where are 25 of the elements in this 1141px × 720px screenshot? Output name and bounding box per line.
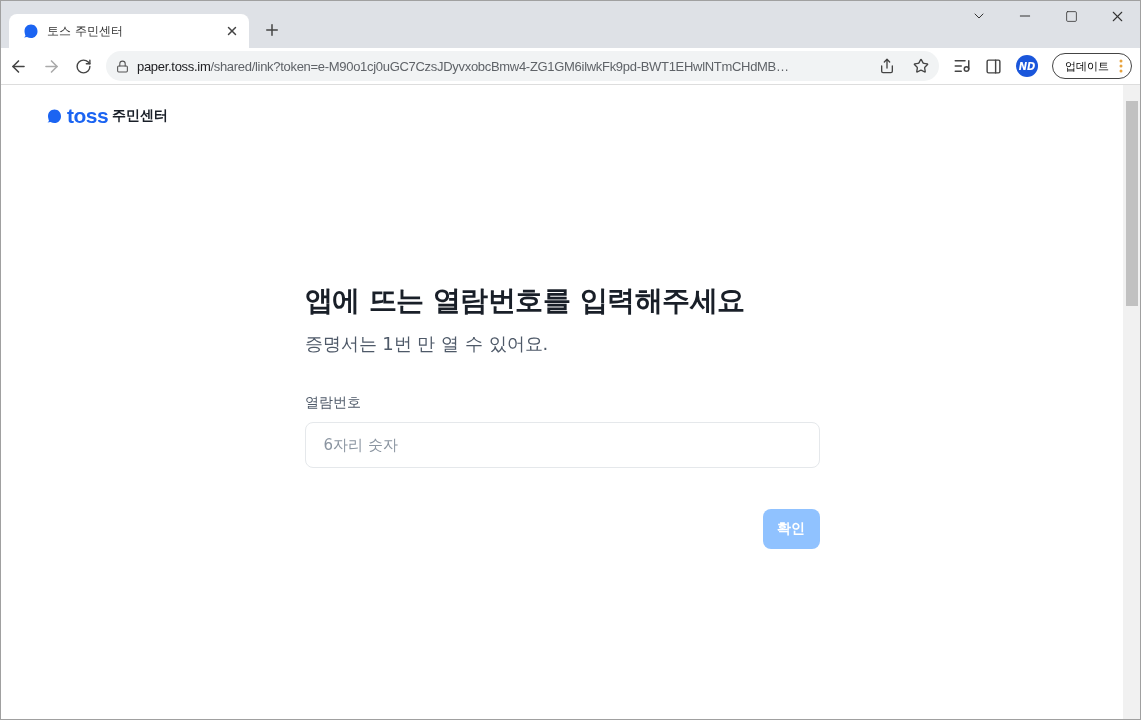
page-heading: 앱에 뜨는 열람번호를 입력해주세요 xyxy=(304,283,746,319)
logo-wordmark: toss xyxy=(67,105,109,126)
close-tab-icon[interactable] xyxy=(225,24,239,38)
reload-icon[interactable] xyxy=(75,57,92,75)
update-button[interactable]: 업데이트 xyxy=(1052,53,1132,79)
blob-icon xyxy=(46,107,63,124)
blob-icon xyxy=(23,23,39,39)
star-icon[interactable] xyxy=(913,58,929,74)
url-host: paper.toss.im xyxy=(137,58,211,74)
scrollbar-thumb[interactable] xyxy=(1125,101,1138,306)
more-icon xyxy=(1119,59,1123,73)
share-icon[interactable] xyxy=(879,58,895,74)
input-field[interactable]: 6자리 숫자 xyxy=(304,422,820,468)
address-bar[interactable]: paper.toss.im/shared/link?token=e-M90o1cj0uGC7CzsJDyvxobcBmw4-ZG1GM6ilwkFk9pd-BWT1EHwlNTmCHdMB… xyxy=(106,51,939,81)
page-subheading: 증명서는 1번 만 열 수 있어요. xyxy=(304,332,550,356)
playlist-icon[interactable] xyxy=(953,57,971,75)
profile-avatar[interactable]: ND xyxy=(1016,55,1038,77)
new-tab-icon[interactable] xyxy=(263,21,281,39)
browser-tab[interactable]: 토스 주민센터 xyxy=(9,14,249,48)
side-panel-icon[interactable] xyxy=(985,57,1002,75)
field-label: 열람번호 xyxy=(304,394,362,412)
url-path: /shared/link?token=e-M90o1cj0uGC7CzsJDyvxobcBmw4-ZG1GM6ilwkFk9pd-BWT1EHwlNTmCHdMB… xyxy=(210,58,789,74)
lock-icon xyxy=(116,59,129,73)
logo-suffix: 주민센터 xyxy=(112,106,169,125)
tab-title: 토스 주민센터 xyxy=(47,22,124,40)
